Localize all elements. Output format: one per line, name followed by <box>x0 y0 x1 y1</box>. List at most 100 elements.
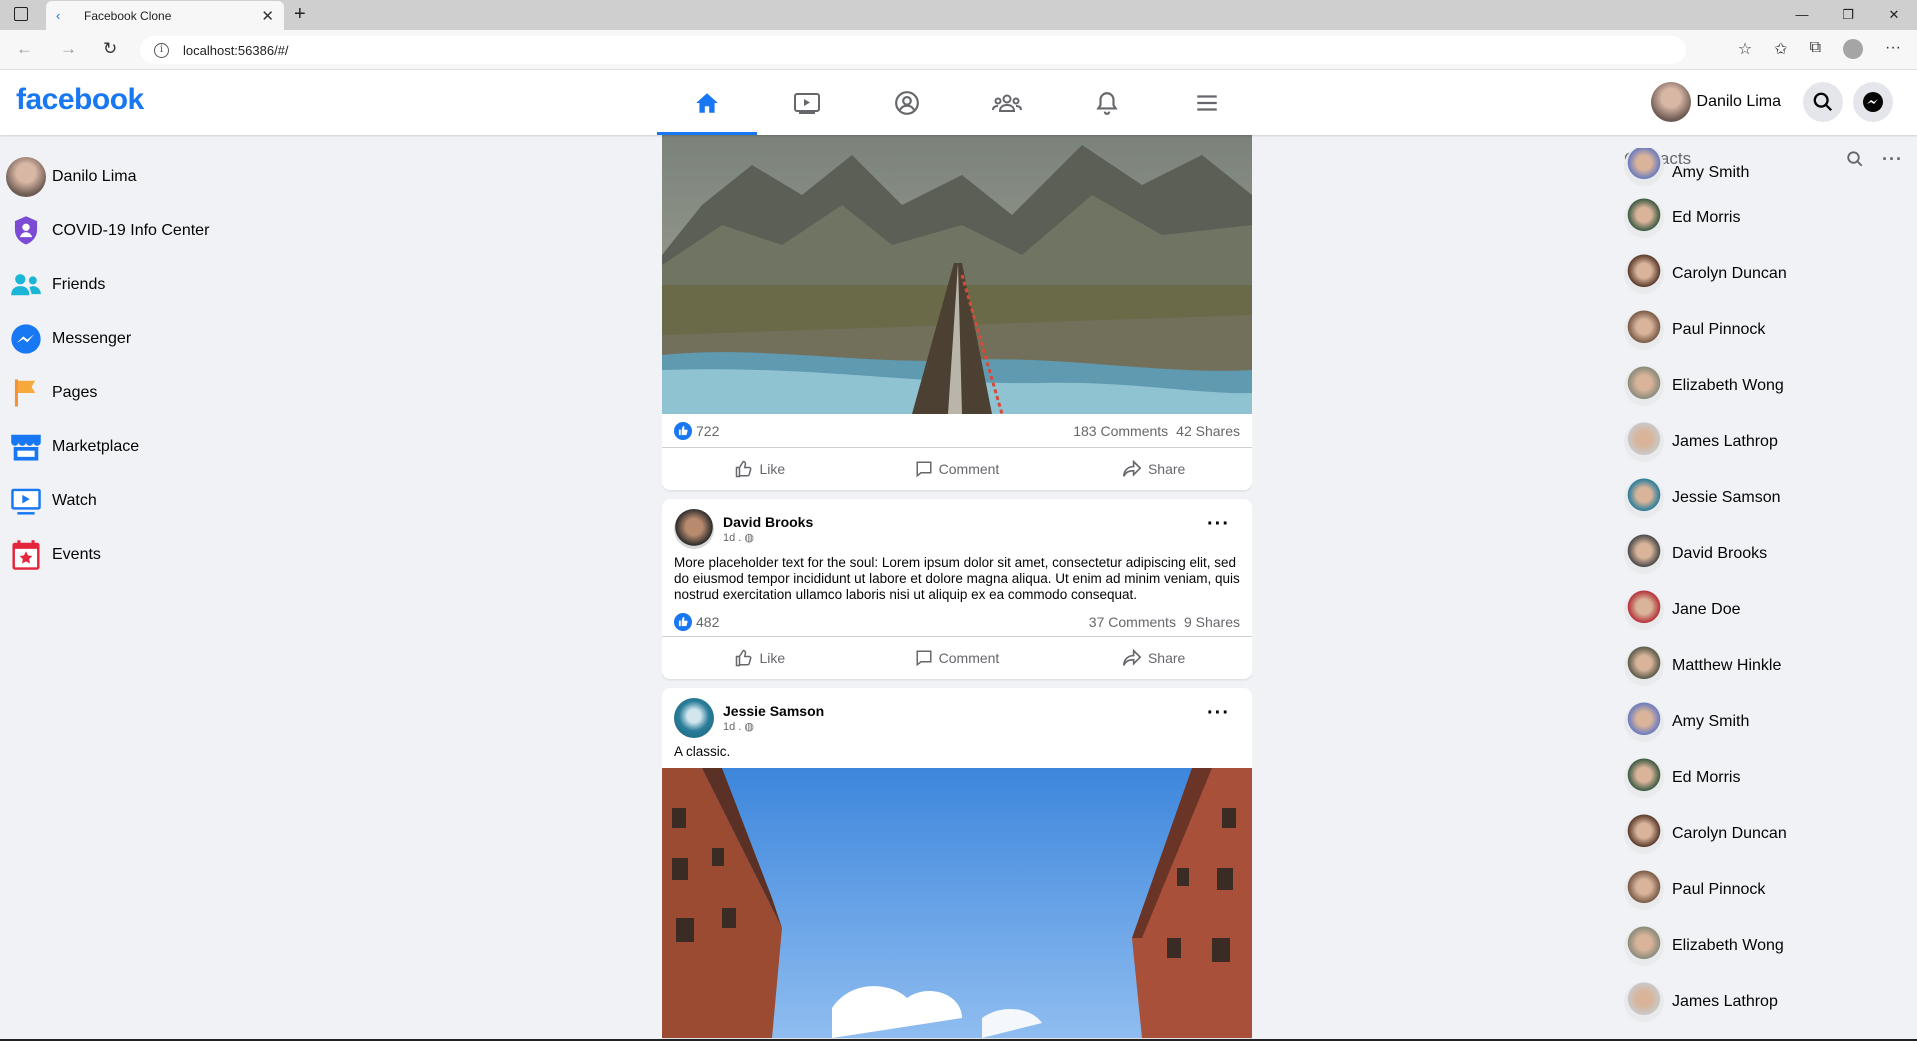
post-options-icon[interactable]: ··· <box>1207 702 1230 725</box>
search-button[interactable] <box>1803 82 1843 122</box>
facebook-logo[interactable]: facebook <box>16 83 144 117</box>
sidebar-item-events[interactable]: Events <box>8 528 308 582</box>
nav-menu[interactable] <box>1157 70 1257 135</box>
contact-item[interactable]: Ed Morris <box>1624 750 1904 806</box>
profile-icon[interactable] <box>1843 39 1864 59</box>
comment-count[interactable]: 37 Comments <box>1089 614 1176 630</box>
contact-item[interactable]: Ed Morris <box>1624 190 1904 246</box>
post-stats: 722 183 Comments 42 Shares <box>662 414 1252 448</box>
header-user-name: Danilo Lima <box>1696 93 1781 110</box>
new-tab-icon[interactable]: + <box>294 3 306 26</box>
contact-item[interactable]: James Lathrop <box>1624 974 1904 1030</box>
post-image-buildings[interactable] <box>662 768 1252 1038</box>
sidebar-item-covid[interactable]: COVID-19 Info Center <box>8 204 308 258</box>
thumbs-up-icon <box>736 460 752 478</box>
sidebar-item-watch[interactable]: Watch <box>8 474 308 528</box>
contact-item[interactable]: Jane Doe <box>1624 582 1904 638</box>
avatar <box>1624 982 1664 1022</box>
contact-item[interactable]: Elizabeth Wong <box>1624 918 1904 974</box>
contact-name: James Lathrop <box>1672 433 1778 450</box>
back-icon[interactable]: ← <box>16 39 33 59</box>
sidebar-item-messenger[interactable]: Messenger <box>8 312 308 366</box>
post-author[interactable]: David Brooks <box>723 514 813 530</box>
sidebar-item-marketplace[interactable]: Marketplace <box>8 420 308 474</box>
post-actions: Like Comment Share <box>662 448 1252 490</box>
contact-item[interactable]: Elizabeth Wong <box>1624 358 1904 414</box>
share-count[interactable]: 42 Shares <box>1176 423 1240 439</box>
share-icon <box>1122 460 1142 477</box>
contact-item[interactable]: Amy Smith <box>1624 694 1904 750</box>
share-count[interactable]: 9 Shares <box>1184 614 1240 630</box>
forward-icon[interactable]: → <box>60 39 77 59</box>
messenger-icon <box>1863 92 1883 112</box>
sidebar-item-friends[interactable]: Friends <box>8 258 308 312</box>
avatar <box>1624 702 1664 742</box>
contact-item[interactable]: David Brooks <box>1624 526 1904 582</box>
like-label: Like <box>759 650 786 666</box>
like-button[interactable]: Like <box>670 649 850 667</box>
close-window-icon[interactable]: ✕ <box>1871 0 1917 30</box>
like-count[interactable]: 722 <box>696 423 719 439</box>
contact-name: Paul Pinnock <box>1672 881 1766 898</box>
contact-item[interactable]: Carolyn Duncan <box>1624 246 1904 302</box>
nav-watch[interactable] <box>757 70 857 135</box>
comment-button[interactable]: Comment <box>867 460 1047 478</box>
favorites-icon[interactable]: ✩ <box>1774 39 1787 59</box>
sidebar-item-profile[interactable]: Danilo Lima <box>6 150 308 204</box>
post-options-icon[interactable]: ··· <box>1207 513 1230 536</box>
restore-icon[interactable]: ❐ <box>1825 0 1871 30</box>
contact-item[interactable]: Jessie Samson <box>1624 470 1904 526</box>
post-author[interactable]: Jessie Samson <box>723 703 824 719</box>
address-bar[interactable]: i localhost:56386/#/ <box>140 36 1686 64</box>
contact-item[interactable]: Amy Smith <box>1624 148 1904 190</box>
share-button[interactable]: Share <box>1064 460 1244 478</box>
messenger-icon <box>11 324 41 354</box>
like-button[interactable]: Like <box>670 460 850 478</box>
more-icon[interactable]: ··· <box>1885 39 1901 59</box>
contact-item[interactable]: Matthew Hinkle <box>1624 638 1904 694</box>
comment-count[interactable]: 183 Comments <box>1073 423 1168 439</box>
avatar <box>1624 646 1664 686</box>
sidebar-item-label: Pages <box>52 384 98 401</box>
comment-icon <box>916 461 932 478</box>
add-favorite-icon[interactable]: ☆ <box>1738 39 1752 59</box>
contact-item[interactable]: Paul Pinnock <box>1624 302 1904 358</box>
nav-home[interactable] <box>657 70 757 135</box>
contact-name: Jessie Samson <box>1672 489 1781 506</box>
sidebar-item-pages[interactable]: Pages <box>8 366 308 420</box>
avatar[interactable] <box>674 509 714 549</box>
minimize-icon[interactable]: — <box>1779 0 1825 30</box>
store-icon <box>11 434 41 461</box>
nav-notifications[interactable] <box>1057 70 1157 135</box>
nav-profile[interactable] <box>857 70 957 135</box>
tab-actions-icon[interactable] <box>14 7 28 21</box>
share-button[interactable]: Share <box>1064 649 1244 667</box>
contact-name: Paul Pinnock <box>1672 321 1766 338</box>
avatar <box>1624 254 1664 294</box>
like-count[interactable]: 482 <box>696 614 719 630</box>
nav-groups[interactable] <box>957 70 1057 135</box>
contact-item[interactable]: Paul Pinnock <box>1624 862 1904 918</box>
post-time[interactable]: 1d . <box>723 532 741 544</box>
contact-name: David Brooks <box>1672 545 1768 562</box>
site-info-icon[interactable]: i <box>154 42 169 58</box>
post-image-bridge[interactable] <box>662 135 1252 414</box>
left-sidebar: Danilo Lima COVID-19 Info Center Friends… <box>6 150 308 582</box>
contact-name: Amy Smith <box>1672 164 1750 181</box>
contact-list: Amy Smith Ed Morris Carolyn Duncan Paul Pin… <box>1624 148 1904 1030</box>
refresh-icon[interactable]: ↻ <box>103 39 117 59</box>
contact-item[interactable]: James Lathrop <box>1624 414 1904 470</box>
collections-icon[interactable]: ⧉ <box>1810 39 1821 59</box>
header-profile[interactable]: Danilo Lima <box>1650 82 1781 122</box>
avatar <box>1624 366 1664 406</box>
avatar[interactable] <box>674 698 714 738</box>
browser-tab[interactable]: ‹ Facebook Clone ✕ <box>46 1 284 30</box>
messenger-button[interactable] <box>1853 82 1893 122</box>
thumbs-up-icon <box>736 649 752 667</box>
contact-item[interactable]: Carolyn Duncan <box>1624 806 1904 862</box>
comment-button[interactable]: Comment <box>867 649 1047 667</box>
avatar <box>1624 590 1664 630</box>
close-tab-icon[interactable]: ✕ <box>261 7 274 25</box>
post-time[interactable]: 1d . <box>723 721 741 733</box>
avatar <box>1624 870 1664 910</box>
